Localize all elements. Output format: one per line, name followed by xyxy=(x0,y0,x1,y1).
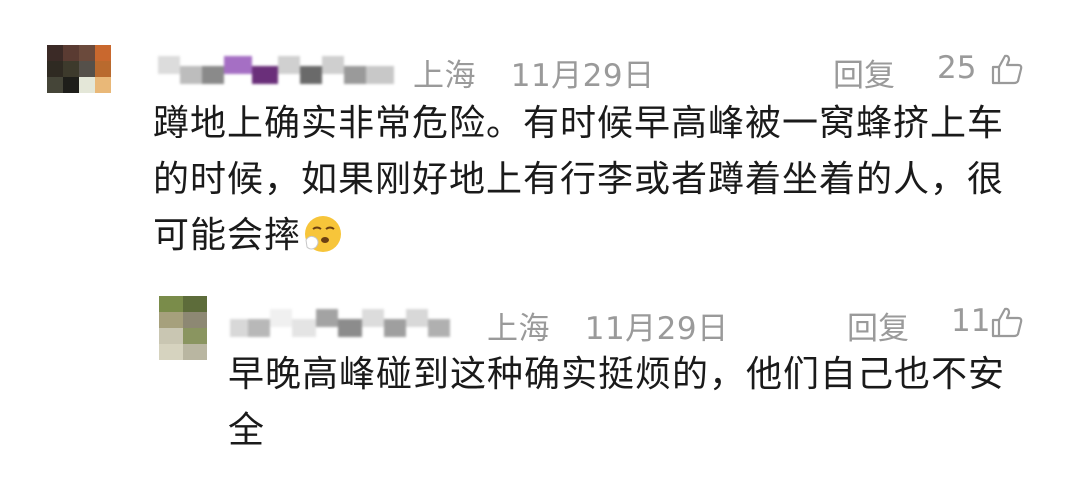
comment-text: 蹲地上确实非常危险。有时候早高峰被一窝蜂挤上车 的时候，如果刚好地上有行李或者蹲… xyxy=(153,96,1004,264)
username[interactable] xyxy=(158,50,394,84)
comment-meta: 上海 11月29日 xyxy=(413,50,655,95)
comment-text-line: 蹲地上确实非常危险。有时候早高峰被一窝蜂挤上车 xyxy=(153,103,1005,144)
sneeze-emoji-icon xyxy=(305,216,342,252)
thumbs-up-icon[interactable] xyxy=(990,305,1024,339)
comment-text-line: 可能会摔 xyxy=(153,208,1004,264)
thumbs-up-icon[interactable] xyxy=(990,52,1024,86)
reply-button[interactable]: 回复 xyxy=(847,303,909,348)
like-count: 25 xyxy=(937,50,977,86)
comment-text-line: 全 xyxy=(228,410,266,451)
like-count: 11 xyxy=(951,303,991,339)
comment-text: 早晚高峰碰到这种确实挺烦的，他们自己也不安 全 xyxy=(228,347,1005,459)
comment-text-line: 的时候，如果刚好地上有行李或者蹲着坐着的人，很 xyxy=(153,159,1005,200)
avatar[interactable] xyxy=(47,45,111,109)
avatar[interactable] xyxy=(159,296,207,360)
location: 上海 xyxy=(487,311,550,347)
username[interactable] xyxy=(230,303,450,337)
date: 11月29日 xyxy=(584,311,729,347)
date: 11月29日 xyxy=(510,58,655,94)
comment-meta: 上海 11月29日 xyxy=(487,303,729,348)
comment-text-line: 早晚高峰碰到这种确实挺烦的，他们自己也不安 xyxy=(228,354,1006,395)
reply-button[interactable]: 回复 xyxy=(833,50,895,95)
comment-text-segment: 可能会摔 xyxy=(153,215,302,256)
location: 上海 xyxy=(413,58,476,94)
